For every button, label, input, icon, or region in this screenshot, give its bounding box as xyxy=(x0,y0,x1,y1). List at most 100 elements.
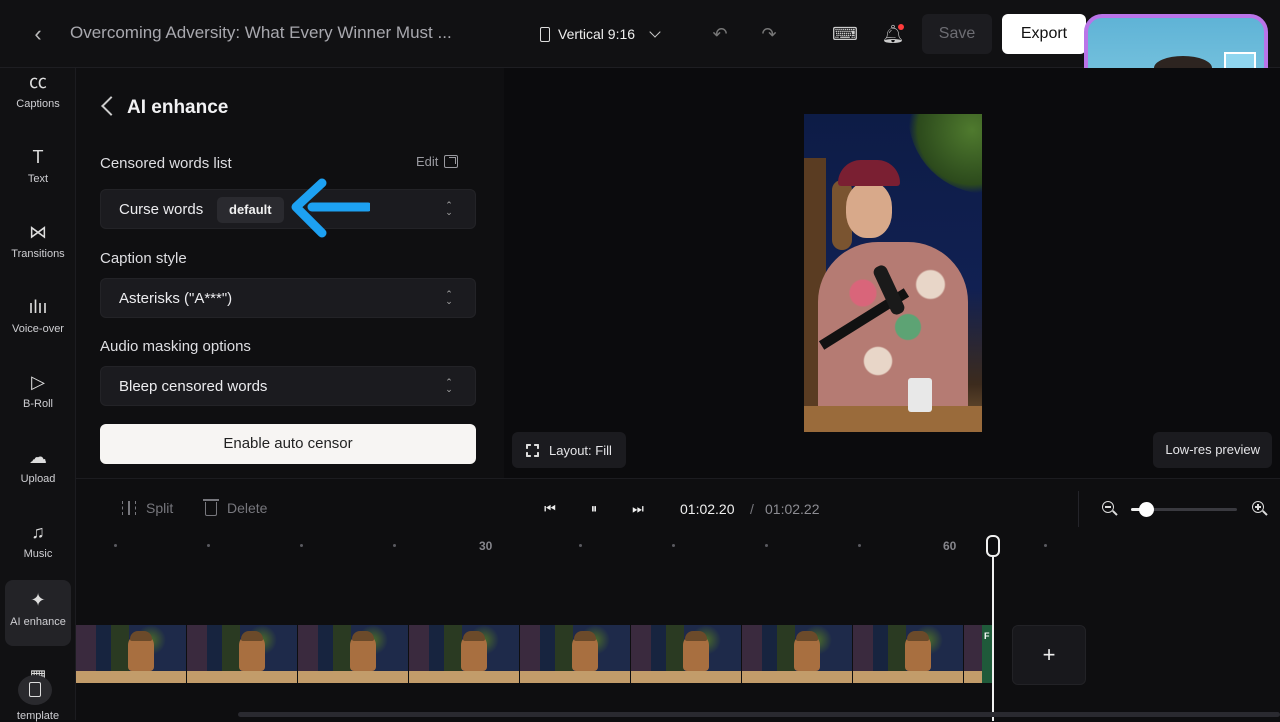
sidebar-item-ai-enhance[interactable]: ✦ AI enhance xyxy=(5,580,71,646)
zoom-slider-knob[interactable] xyxy=(1138,502,1154,517)
sidebar-item-label: Music xyxy=(23,548,53,560)
keyboard-icon[interactable]: ⌨ xyxy=(832,22,858,46)
ruler-label-60: 60 xyxy=(943,539,957,553)
zoom-slider[interactable] xyxy=(1131,502,1237,517)
zoom-in-icon[interactable] xyxy=(1252,501,1268,517)
video-frame[interactable] xyxy=(804,114,982,432)
time-separator: / xyxy=(750,501,754,517)
video-cup xyxy=(908,378,932,412)
external-edit-icon xyxy=(444,155,459,168)
broll-icon: ▷ xyxy=(31,372,45,392)
clip-thumbnail xyxy=(520,625,631,683)
sidebar-item-label: template xyxy=(16,710,60,722)
caption-style-label: Caption style xyxy=(100,250,187,267)
caption-style-select[interactable]: Asterisks ("A***") ⌃ ⌄ xyxy=(100,278,476,318)
ruler-label-30: 30 xyxy=(479,539,493,553)
delete-button[interactable]: Delete xyxy=(203,499,268,516)
sparkle-icon: ✦ xyxy=(30,590,46,610)
sidebar-item-transitions[interactable]: ⋈ Transitions xyxy=(5,212,71,278)
layout-button[interactable]: Layout: Fill xyxy=(512,432,626,468)
video-clip-track[interactable] xyxy=(76,625,992,683)
sidebar-item-label: Captions xyxy=(16,98,60,110)
up-down-chevron-icon: ⌃ ⌄ xyxy=(445,377,453,394)
audio-masking-value: Bleep censored words xyxy=(119,378,268,395)
sidebar-item-b-roll[interactable]: ▷ B-Roll xyxy=(5,362,71,428)
ruler-tick xyxy=(579,544,582,547)
aspect-ratio-label: Vertical 9:16 xyxy=(558,26,636,42)
current-time: 01:02.20 xyxy=(680,501,735,517)
export-button[interactable]: Export xyxy=(1002,14,1086,54)
text-icon: T xyxy=(32,147,44,167)
ruler-tick xyxy=(207,544,210,547)
skip-forward-icon[interactable]: ⏭︎ xyxy=(628,499,648,519)
video-person-face xyxy=(846,182,892,238)
audio-masking-label: Audio masking options xyxy=(100,338,251,355)
sidebar-item-label: Text xyxy=(27,173,49,185)
aspect-ratio-dropdown[interactable]: Vertical 9:16 xyxy=(540,22,661,46)
sidebar-item-voice-over[interactable]: ılıı Voice-over xyxy=(5,287,71,353)
ruler-tick xyxy=(858,544,861,547)
upload-icon: ☁ xyxy=(29,447,47,467)
delete-label: Delete xyxy=(227,500,268,516)
divider xyxy=(1078,491,1079,527)
horizontal-scrollbar[interactable] xyxy=(238,712,1280,717)
annotation-arrow-icon xyxy=(291,178,370,238)
ruler-tick xyxy=(114,544,117,547)
sidebar-item-label: Upload xyxy=(20,473,56,485)
sidebar-item-upload[interactable]: ☁ Upload xyxy=(5,437,71,503)
clip-thumbnail xyxy=(631,625,742,683)
clip-thumbnail xyxy=(298,625,409,683)
total-time: 01:02.22 xyxy=(765,501,820,517)
caption-style-value: Asterisks ("A***") xyxy=(119,290,233,307)
project-title[interactable]: Overcoming Adversity: What Every Winner … xyxy=(70,23,452,43)
phone-icon xyxy=(540,26,550,42)
sidebar-item-music[interactable]: ♫ Music xyxy=(5,512,71,578)
back-icon[interactable]: ‹ xyxy=(26,22,50,46)
sidebar-item-label: Transitions xyxy=(11,248,65,260)
bell-icon[interactable]: 🔔︎ xyxy=(881,22,905,46)
sidebar-item-label: AI enhance xyxy=(10,616,66,628)
panel-back-icon[interactable] xyxy=(101,96,121,116)
sidebar-item-text[interactable]: T Text xyxy=(5,137,71,203)
notification-dot xyxy=(898,24,904,30)
transitions-icon: ⋈ xyxy=(29,222,47,242)
clip-thumbnail xyxy=(853,625,964,683)
redo-icon[interactable]: ↷ xyxy=(757,22,781,46)
split-icon xyxy=(122,501,136,515)
default-badge: default xyxy=(217,197,284,223)
sidebar-item-label: B-Roll xyxy=(23,398,53,410)
ruler-tick xyxy=(1044,544,1047,547)
edit-label: Edit xyxy=(416,154,439,169)
sidebar: ㏄ Captions T Text ⋈ Transitions ılıı Voi… xyxy=(0,68,76,722)
skip-back-icon[interactable]: ⏮︎ xyxy=(540,499,560,519)
enable-auto-censor-button[interactable]: Enable auto censor xyxy=(100,424,476,464)
split-button[interactable]: Split xyxy=(122,500,173,516)
add-clip-button[interactable]: + xyxy=(1012,625,1086,685)
audio-masking-select[interactable]: Bleep censored words ⌃ ⌄ xyxy=(100,366,476,406)
video-desk xyxy=(804,406,982,432)
expand-icon xyxy=(526,443,539,457)
pause-icon[interactable]: ⏸︎ xyxy=(584,499,604,519)
playhead-handle[interactable] xyxy=(986,535,1000,557)
sidebar-item-label: Voice-over xyxy=(12,323,64,335)
up-down-chevron-icon: ⌃ ⌄ xyxy=(445,289,453,306)
trash-icon xyxy=(203,499,219,516)
video-preview-area: Layout: Fill Low-res preview xyxy=(504,68,1280,478)
save-button[interactable]: Save xyxy=(922,14,992,54)
undo-icon[interactable]: ↶ xyxy=(708,22,732,46)
edit-button[interactable]: Edit xyxy=(416,154,459,169)
censored-words-value: Curse words xyxy=(119,201,204,218)
clip-thumbnail xyxy=(409,625,520,683)
clip-thumbnail xyxy=(742,625,853,683)
captions-icon: ㏄ xyxy=(29,72,47,92)
ruler-tick xyxy=(300,544,303,547)
zoom-out-icon[interactable] xyxy=(1102,501,1118,517)
ruler-tick xyxy=(672,544,675,547)
video-plant xyxy=(908,114,982,194)
sidebar-item-captions[interactable]: ㏄ Captions xyxy=(5,62,71,128)
clip-thumbnail xyxy=(187,625,298,683)
clipboard-icon[interactable] xyxy=(18,675,52,705)
up-down-chevron-icon: ⌃ ⌄ xyxy=(445,200,453,217)
timeline: Split Delete ⏮︎ ⏸︎ ⏭︎ 01:02.20 / 01:02.2… xyxy=(76,478,1280,721)
low-res-preview-button[interactable]: Low-res preview xyxy=(1153,432,1272,468)
